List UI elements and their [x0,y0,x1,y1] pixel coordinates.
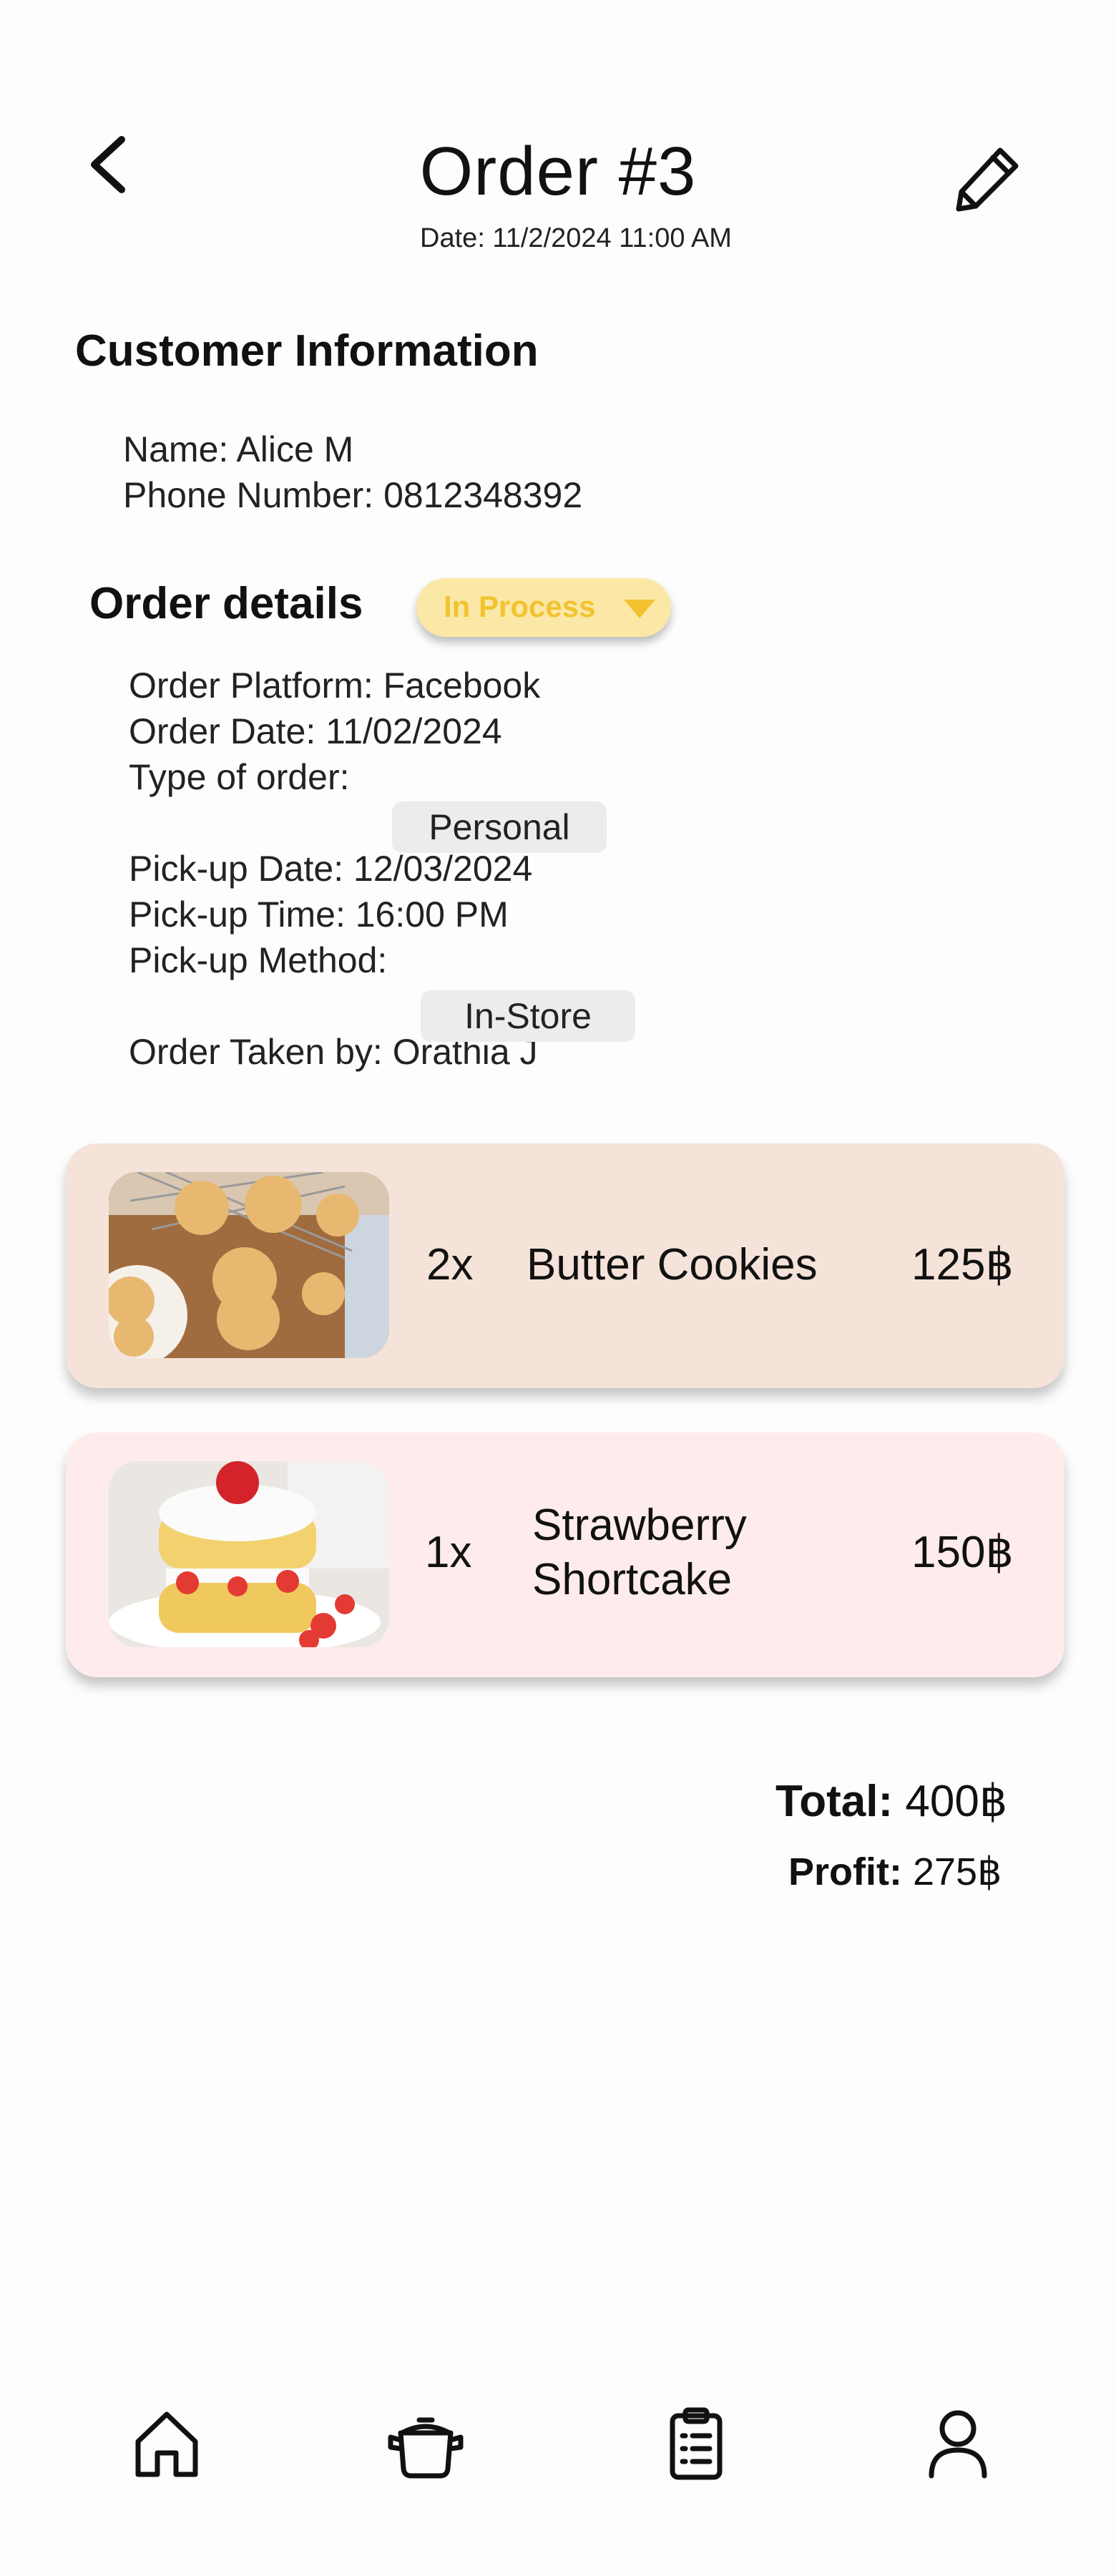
item-price: 150฿ [911,1528,1014,1577]
pencil-icon [956,147,1019,212]
total-row: Total: 400฿ [775,1775,1007,1827]
item-price: 125฿ [911,1240,1014,1289]
profit-label: Profit: [788,1850,902,1893]
user-icon [929,2410,987,2479]
total-value: 400฿ [905,1777,1008,1826]
profit-row: Profit: 275฿ [788,1849,1002,1894]
order-type-label: Type of order: [129,757,350,797]
nav-home[interactable] [127,2404,206,2483]
item-name-line2: Shortcake [532,1555,733,1604]
edit-button[interactable] [951,143,1023,215]
nav-kitchen[interactable] [386,2404,465,2483]
status-label: In Process [444,590,596,623]
order-item-card[interactable]: 2x Butter Cookies 125฿ [66,1143,1064,1388]
clipboard-icon [670,2407,723,2480]
customer-info-heading: Customer Information [75,326,539,376]
nav-orders[interactable] [657,2404,735,2483]
order-item-card[interactable]: 1x Strawberry Shortcake 150฿ [66,1433,1064,1677]
pickup-date: Pick-up Date: 12/03/2024 [129,849,533,889]
order-platform: Order Platform: Facebook [129,665,541,706]
order-details-heading: Order details [89,579,363,628]
item-name-line1: Strawberry [532,1501,747,1550]
caret-down-icon [624,600,655,618]
order-date: Order Date: 11/02/2024 [129,711,502,751]
item-quantity: 1x [425,1528,472,1577]
profit-value: 275฿ [912,1850,1002,1893]
strawberry-shortcake-image [109,1461,389,1647]
total-label: Total: [775,1777,894,1826]
pickup-time: Pick-up Time: 16:00 PM [129,894,509,935]
order-date-subtitle: Date: 11/2/2024 11:00 AM [420,223,732,253]
pot-icon [388,2417,464,2479]
page-title: Order #3 [419,133,697,210]
item-quantity: 2x [426,1240,474,1289]
customer-phone: Phone Number: 0812348392 [123,475,583,515]
pickup-method-chip[interactable]: In-Store [421,990,635,1042]
nav-profile[interactable] [919,2404,997,2483]
butter-cookies-image [109,1172,389,1358]
item-name: Butter Cookies [527,1240,818,1289]
pickup-method-label: Pick-up Method: [129,940,388,980]
status-dropdown[interactable]: In Process [416,578,671,637]
customer-name: Name: Alice M [123,429,354,469]
home-icon [135,2411,198,2477]
